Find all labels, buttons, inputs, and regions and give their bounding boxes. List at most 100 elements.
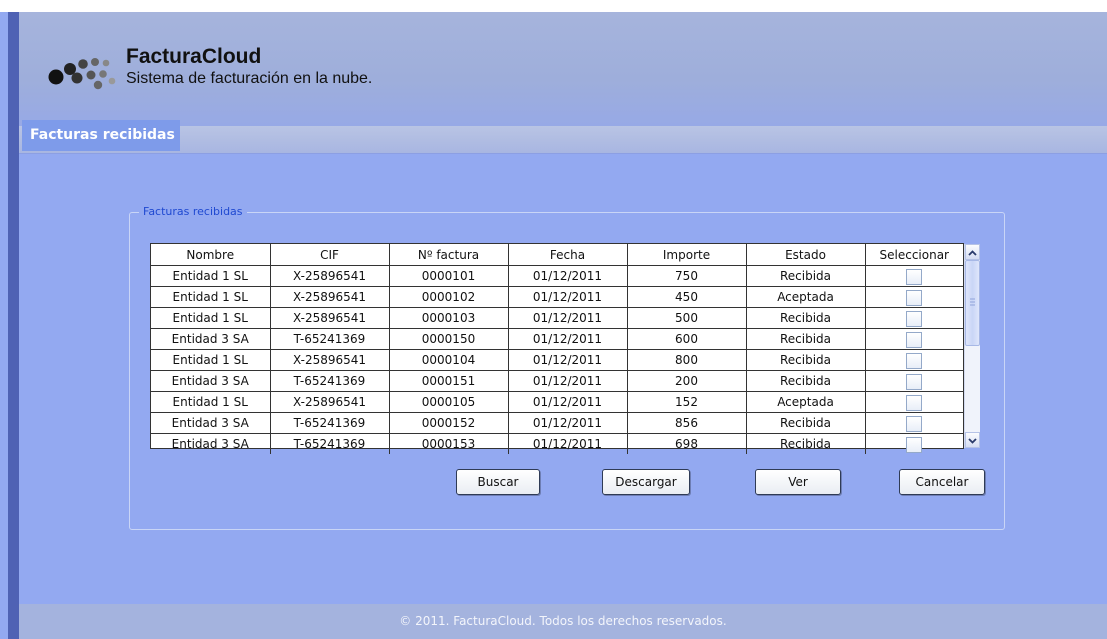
- app-window: FacturaCloud Sistema de facturación en l…: [0, 12, 1107, 639]
- grip-icon: [970, 298, 975, 306]
- cell-estado: Recibida: [746, 265, 866, 287]
- cell-numero-factura: 0000105: [389, 391, 509, 413]
- cell-estado: Recibida: [746, 307, 866, 329]
- table-row[interactable]: Entidad 3 SA T-65241369 0000151 01/12/20…: [151, 370, 963, 392]
- cell-cif: T-65241369: [270, 370, 390, 392]
- cell-numero-factura: 0000103: [389, 307, 509, 329]
- chevron-down-icon: [968, 438, 977, 444]
- cell-estado: Recibida: [746, 412, 866, 434]
- cell-seleccionar: [865, 307, 963, 329]
- cell-nombre: Entidad 3 SA: [151, 328, 271, 350]
- cell-estado: Recibida: [746, 328, 866, 350]
- cell-seleccionar: [865, 434, 963, 455]
- cell-importe: 856: [627, 412, 747, 434]
- select-checkbox[interactable]: [906, 268, 923, 285]
- cell-seleccionar: [865, 370, 963, 392]
- select-checkbox[interactable]: [906, 373, 923, 390]
- cell-estado: Aceptada: [746, 286, 866, 308]
- select-checkbox[interactable]: [906, 310, 923, 327]
- column-header-importe[interactable]: Importe: [627, 244, 747, 266]
- download-button[interactable]: Descargar: [602, 469, 690, 495]
- cell-numero-factura: 0000152: [389, 412, 509, 434]
- scroll-down-button[interactable]: [965, 432, 980, 448]
- cell-importe: 450: [627, 286, 747, 308]
- select-checkbox[interactable]: [906, 436, 923, 453]
- chevron-up-icon: [968, 250, 977, 256]
- cell-fecha: 01/12/2011: [508, 328, 628, 350]
- footer: © 2011. FacturaCloud. Todos los derechos…: [19, 604, 1107, 639]
- cell-estado: Recibida: [746, 370, 866, 392]
- table-row[interactable]: Entidad 1 SL X-25896541 0000101 01/12/20…: [151, 265, 963, 287]
- cell-numero-factura: 0000104: [389, 349, 509, 371]
- cell-numero-factura: 0000101: [389, 265, 509, 287]
- table-row[interactable]: Entidad 1 SL X-25896541 0000103 01/12/20…: [151, 307, 963, 329]
- column-header-numero-factura[interactable]: Nº factura: [389, 244, 509, 266]
- cancel-button[interactable]: Cancelar: [899, 469, 985, 495]
- table-row[interactable]: Entidad 3 SA T-65241369 0000152 01/12/20…: [151, 412, 963, 434]
- table-row[interactable]: Entidad 1 SL X-25896541 0000104 01/12/20…: [151, 349, 963, 371]
- cell-estado: Recibida: [746, 349, 866, 371]
- cell-numero-factura: 0000153: [389, 433, 509, 454]
- cell-importe: 698: [627, 433, 747, 454]
- cell-seleccionar: [865, 391, 963, 413]
- cell-importe: 500: [627, 307, 747, 329]
- view-button[interactable]: Ver: [755, 469, 841, 495]
- select-checkbox[interactable]: [906, 415, 923, 432]
- cell-numero-factura: 0000102: [389, 286, 509, 308]
- tab-bar: [19, 126, 1107, 154]
- cell-importe: 152: [627, 391, 747, 413]
- cell-nombre: Entidad 1 SL: [151, 349, 271, 371]
- scroll-thumb[interactable]: [965, 260, 980, 346]
- table-scrollbar[interactable]: [964, 244, 980, 448]
- cell-fecha: 01/12/2011: [508, 286, 628, 308]
- search-button[interactable]: Buscar: [456, 469, 540, 495]
- cell-fecha: 01/12/2011: [508, 307, 628, 329]
- dots-logo-icon: [46, 50, 122, 100]
- column-header-fecha[interactable]: Fecha: [508, 244, 628, 266]
- table-header-row: Nombre CIF Nº factura Fecha Importe Esta…: [151, 244, 963, 266]
- cell-importe: 600: [627, 328, 747, 350]
- left-edge-strip: [8, 12, 19, 639]
- table-row[interactable]: Entidad 1 SL X-25896541 0000102 01/12/20…: [151, 286, 963, 308]
- cell-seleccionar: [865, 328, 963, 350]
- table-row[interactable]: Entidad 1 SL X-25896541 0000105 01/12/20…: [151, 391, 963, 413]
- cell-cif: X-25896541: [270, 349, 390, 371]
- cell-estado: Aceptada: [746, 391, 866, 413]
- cell-seleccionar: [865, 265, 963, 287]
- cell-fecha: 01/12/2011: [508, 349, 628, 371]
- table-row[interactable]: Entidad 3 SA T-65241369 0000153 01/12/20…: [151, 433, 963, 455]
- cell-cif: T-65241369: [270, 328, 390, 350]
- cell-nombre: Entidad 1 SL: [151, 286, 271, 308]
- cell-importe: 750: [627, 265, 747, 287]
- cell-numero-factura: 0000150: [389, 328, 509, 350]
- cell-nombre: Entidad 3 SA: [151, 433, 271, 454]
- cell-cif: X-25896541: [270, 391, 390, 413]
- tab-facturas-recibidas[interactable]: Facturas recibidas: [22, 120, 180, 151]
- cell-nombre: Entidad 1 SL: [151, 265, 271, 287]
- invoices-fieldset: Facturas recibidas Nombre CIF Nº factura…: [129, 205, 1005, 530]
- cell-fecha: 01/12/2011: [508, 412, 628, 434]
- select-checkbox[interactable]: [906, 331, 923, 348]
- select-checkbox[interactable]: [906, 289, 923, 306]
- invoices-table-container: Nombre CIF Nº factura Fecha Importe Esta…: [150, 243, 964, 454]
- cell-importe: 200: [627, 370, 747, 392]
- column-header-cif[interactable]: CIF: [270, 244, 390, 266]
- column-header-seleccionar[interactable]: Seleccionar: [865, 244, 963, 266]
- cell-importe: 800: [627, 349, 747, 371]
- select-checkbox[interactable]: [906, 394, 923, 411]
- cell-cif: X-25896541: [270, 286, 390, 308]
- cell-fecha: 01/12/2011: [508, 370, 628, 392]
- cell-cif: T-65241369: [270, 433, 390, 454]
- scroll-up-button[interactable]: [965, 244, 980, 260]
- select-checkbox[interactable]: [906, 352, 923, 369]
- cell-fecha: 01/12/2011: [508, 391, 628, 413]
- header: [19, 12, 1107, 126]
- cell-nombre: Entidad 1 SL: [151, 391, 271, 413]
- fieldset-legend: Facturas recibidas: [139, 205, 247, 218]
- table-row[interactable]: Entidad 3 SA T-65241369 0000150 01/12/20…: [151, 328, 963, 350]
- cell-seleccionar: [865, 286, 963, 308]
- column-header-nombre[interactable]: Nombre: [151, 244, 271, 266]
- cell-nombre: Entidad 3 SA: [151, 412, 271, 434]
- invoices-table: Nombre CIF Nº factura Fecha Importe Esta…: [151, 244, 963, 454]
- column-header-estado[interactable]: Estado: [746, 244, 866, 266]
